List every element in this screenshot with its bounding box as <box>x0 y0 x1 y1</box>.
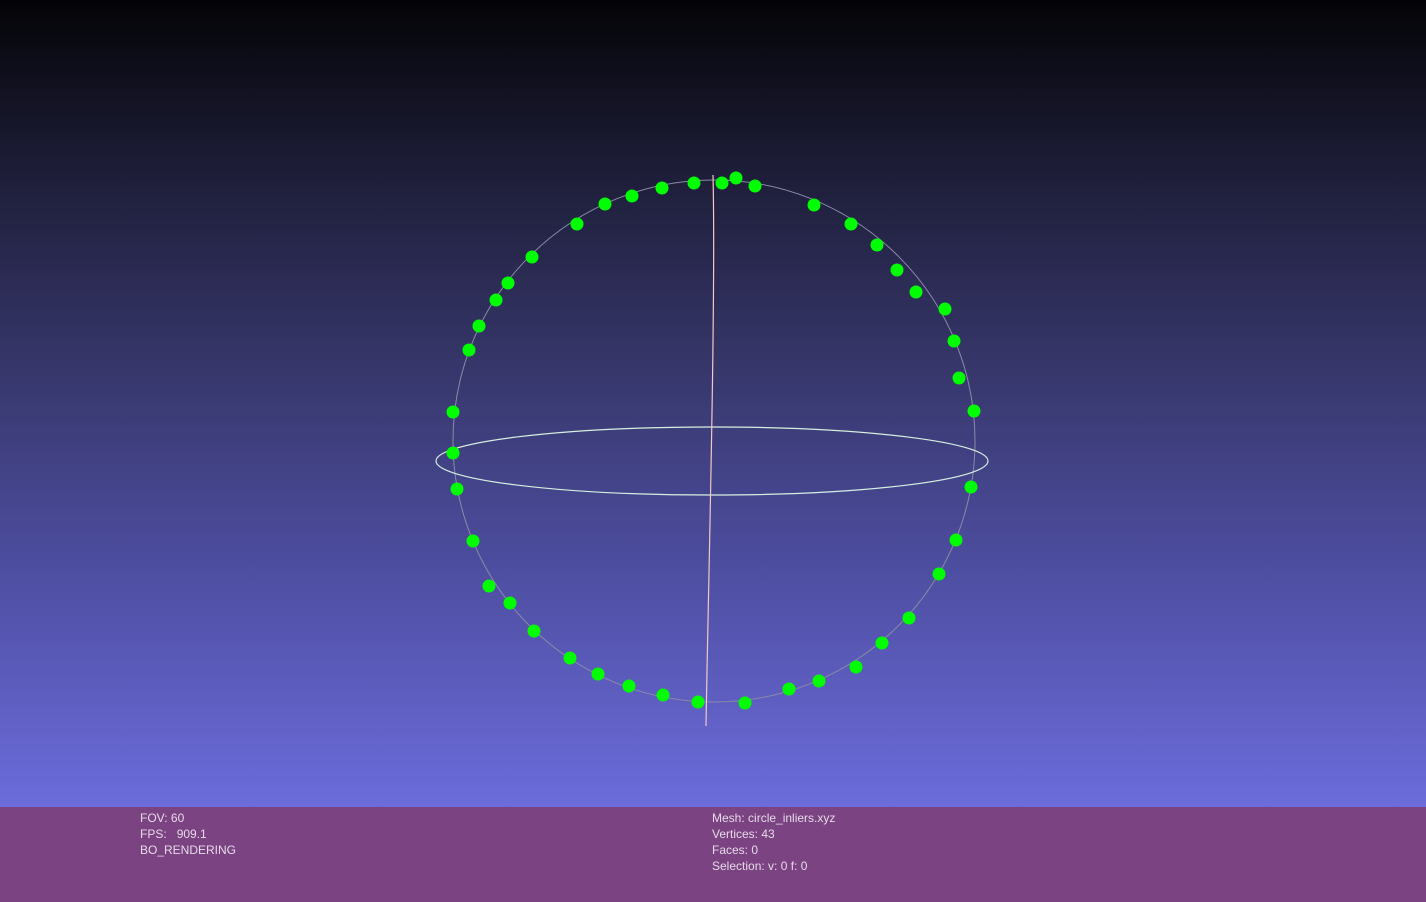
vertex-point <box>655 181 669 195</box>
vertex-point <box>870 238 884 252</box>
fov-label: FOV: <box>140 811 168 825</box>
vertex-point <box>591 667 605 681</box>
vertex-point <box>964 480 978 494</box>
mesh-line: Mesh: circle_inliers.xyz <box>712 810 835 826</box>
vertex-point <box>875 636 889 650</box>
scene-canvas[interactable] <box>0 0 1426 807</box>
vertex-point <box>952 371 966 385</box>
fov-value: 60 <box>170 811 185 825</box>
vertex-point <box>656 688 670 702</box>
vertex-point <box>812 674 826 688</box>
vertex-point <box>748 179 762 193</box>
vertex-point <box>446 446 460 460</box>
vertex-point <box>807 198 821 212</box>
vertex-point <box>947 334 961 348</box>
vertex-point <box>909 285 923 299</box>
fps-label: FPS: <box>140 827 167 841</box>
vertex-point <box>450 482 464 496</box>
vertex-point <box>687 176 701 190</box>
vertex-point <box>890 263 904 277</box>
fov-line: FOV: 60 <box>140 810 236 826</box>
fps-value: 909.1 <box>176 827 207 841</box>
selection-label: Selection: <box>712 859 765 873</box>
vertex-point <box>782 682 796 696</box>
vertex-point <box>501 276 515 290</box>
vertex-point <box>482 579 496 593</box>
vertices-count: 43 <box>761 827 775 841</box>
trackball-vertical-ring <box>705 174 715 727</box>
faces-label: Faces: <box>712 843 749 857</box>
vertex-point <box>527 624 541 638</box>
faces-line: Faces: 0 <box>712 842 835 858</box>
vertex-point <box>625 189 639 203</box>
render-mode: BO_RENDERING <box>140 843 237 857</box>
vertex-point <box>844 217 858 231</box>
3d-viewport[interactable] <box>0 0 1426 807</box>
faces-count: 0 <box>751 843 759 857</box>
mesh-label: Mesh: <box>712 811 745 825</box>
vertices-line: Vertices: 43 <box>712 826 835 842</box>
mesh-name: circle_inliers.xyz <box>748 811 836 825</box>
vertex-point <box>715 176 729 190</box>
info-bar: FOV: 60 FPS: 909.1 BO_RENDERING Mesh: ci… <box>0 807 1426 902</box>
selection-line: Selection: v: 0 f: 0 <box>712 858 835 874</box>
vertex-point <box>849 660 863 674</box>
vertex-point <box>489 293 503 307</box>
render-info: FOV: 60 FPS: 909.1 BO_RENDERING <box>140 810 236 858</box>
vertex-point <box>570 217 584 231</box>
vertex-point <box>466 534 480 548</box>
vertices-label: Vertices: <box>712 827 759 841</box>
vertex-point <box>503 596 517 610</box>
vertex-point <box>525 250 539 264</box>
vertex-point <box>462 343 476 357</box>
vertex-point <box>938 302 952 316</box>
vertex-point <box>563 651 577 665</box>
vertex-point <box>902 611 916 625</box>
vertex-point <box>949 533 963 547</box>
vertex-point <box>691 695 705 709</box>
vertex-point <box>622 679 636 693</box>
selection-value: v: 0 f: 0 <box>768 859 808 873</box>
vertex-point <box>932 567 946 581</box>
vertex-point <box>967 404 981 418</box>
vertex-point <box>472 319 486 333</box>
vertex-point <box>598 197 612 211</box>
vertex-point <box>729 171 743 185</box>
vertex-point <box>446 405 460 419</box>
vertex-point <box>738 696 752 710</box>
mesh-info: Mesh: circle_inliers.xyz Vertices: 43 Fa… <box>712 810 835 874</box>
fps-line: FPS: 909.1 <box>140 826 236 842</box>
